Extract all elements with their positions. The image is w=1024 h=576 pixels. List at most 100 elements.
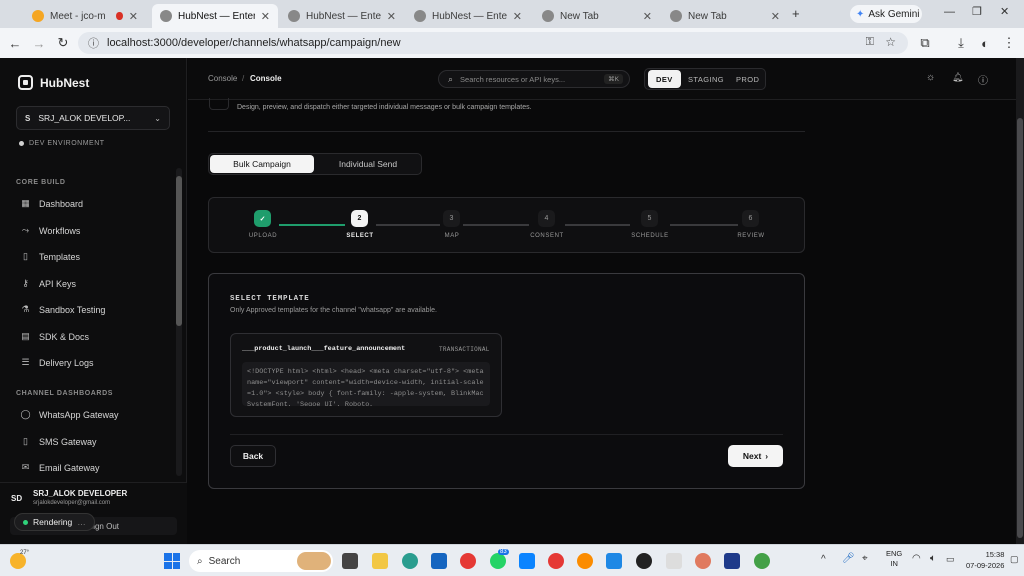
back-button[interactable]: Back — [230, 445, 276, 467]
step-schedule-number: 5 — [641, 210, 658, 227]
site-info-icon: ⓘ — [88, 38, 99, 50]
windows-start-icon[interactable] — [164, 553, 180, 569]
user-name: SRJ_ALOK DEVELOPER — [33, 489, 128, 498]
menu-dots-icon[interactable]: ⋮ — [998, 32, 1020, 54]
workflow-icon: ⤳ — [21, 225, 30, 235]
chrome-icon[interactable] — [460, 553, 476, 569]
minimize-icon[interactable]: — — [944, 6, 955, 18]
mail-icon: ✉ — [21, 462, 30, 472]
key-icon[interactable]: ⚿ — [866, 36, 874, 49]
sidebar-item-workflows[interactable]: ⤳ Workflows — [20, 225, 80, 236]
mic-icon[interactable]: 🎤︎ — [842, 553, 855, 564]
back-nav-button[interactable] — [209, 98, 229, 110]
channel-dashboards-label: CHANNEL DASHBOARDS — [16, 390, 114, 397]
back-arrow-icon[interactable]: ← — [4, 32, 26, 54]
language-indicator[interactable]: ENG IN — [886, 549, 902, 569]
bookmark-star-icon[interactable]: ☆ — [885, 35, 896, 49]
app-icon[interactable] — [724, 553, 740, 569]
store-icon[interactable] — [431, 553, 447, 569]
claude-icon[interactable] — [695, 553, 711, 569]
browser-tab[interactable]: New Tab ✕ — [662, 4, 788, 28]
browser-tab[interactable]: New Tab ✕ — [534, 4, 660, 28]
search-input[interactable]: ⌕ Search resources or API keys... ⌘K — [438, 70, 630, 88]
location-icon[interactable]: ⌖ — [862, 553, 868, 564]
close-tab-icon[interactable]: ✕ — [261, 10, 270, 23]
vscode-icon[interactable] — [519, 553, 535, 569]
wifi-icon[interactable]: ◠ — [912, 553, 921, 564]
divider — [208, 131, 805, 132]
help-icon[interactable]: ⓘ — [978, 72, 988, 87]
divider — [230, 434, 783, 435]
task-view-icon[interactable] — [342, 553, 358, 569]
sidebar-item-dashboard[interactable]: ▦ Dashboard — [20, 198, 83, 209]
clock[interactable]: 15:38 07-09-2026 — [966, 549, 1004, 571]
notification-badge: 83 — [498, 549, 509, 555]
notification-icon[interactable]: ▢ — [1010, 554, 1019, 565]
reload-icon[interactable]: ↻ — [52, 32, 74, 54]
new-tab-icon[interactable]: + — [792, 6, 800, 21]
chevron-right-icon: › — [765, 451, 769, 461]
close-tab-icon[interactable]: ✕ — [129, 10, 138, 23]
url-field[interactable]: ⓘ localhost:3000/developer/channels/what… — [78, 32, 908, 54]
sidebar-item-email[interactable]: ✉ Email Gateway — [20, 462, 100, 473]
download-icon[interactable]: ⤓ — [950, 32, 972, 54]
forward-arrow-icon[interactable]: → — [28, 32, 50, 54]
whatsapp-icon[interactable] — [490, 553, 506, 569]
close-tab-icon[interactable]: ✕ — [513, 10, 522, 23]
select-template-heading: SELECT TEMPLATE — [230, 295, 310, 303]
step-upload-check-icon: ✓ — [254, 210, 271, 227]
battery-icon[interactable]: ▭ — [946, 554, 955, 565]
sidebar-scrollbar[interactable] — [176, 168, 182, 476]
sidebar: HubNest S SRJ_ALOK DEVELOP... ⌄ DEV ENVI… — [0, 58, 187, 544]
taskbar-search[interactable]: ⌕ Search — [189, 550, 333, 572]
avatar: SD — [11, 494, 23, 503]
breadcrumb-root[interactable]: Console — [208, 74, 237, 83]
env-tab-dev[interactable]: DEV — [648, 70, 681, 88]
edge-icon[interactable] — [402, 553, 418, 569]
sidebar-item-sandbox[interactable]: ⚗ Sandbox Testing — [20, 304, 105, 315]
browser-tab-active[interactable]: HubNest — Enterprise ✕ — [152, 4, 278, 28]
restore-icon[interactable]: ❐ — [972, 5, 982, 18]
step-label: UPLOAD — [248, 233, 278, 239]
profile-icon[interactable]: ◐ — [974, 32, 996, 54]
tab-individual-send[interactable]: Individual Send — [316, 155, 420, 173]
page-subtitle: Design, preview, and dispatch either tar… — [237, 104, 532, 111]
browser-tab[interactable]: HubNest — Enterprise ✕ — [280, 4, 404, 28]
page-scrollbar[interactable] — [1016, 58, 1024, 544]
chevron-up-icon[interactable]: ^ — [821, 554, 826, 565]
ask-gemini-button[interactable]: ✦ Ask Gemini — [850, 5, 922, 23]
bell-icon[interactable]: 🔔︎ — [952, 72, 963, 83]
step-connector — [376, 224, 440, 226]
workspace-name: SRJ_ALOK DEVELOP... — [38, 113, 131, 123]
sidebar-item-delivery-logs[interactable]: ☰ Delivery Logs — [20, 357, 93, 368]
close-tab-icon[interactable]: ✕ — [387, 10, 396, 23]
extensions-icon[interactable]: ⧉ — [914, 32, 936, 54]
sidebar-item-sms[interactable]: ▯ SMS Gateway — [20, 436, 97, 447]
workspace-selector[interactable]: S SRJ_ALOK DEVELOP... ⌄ — [16, 106, 170, 130]
speaker-icon[interactable]: 🔈︎ — [930, 553, 936, 564]
close-tab-icon[interactable]: ✕ — [643, 10, 652, 23]
sidebar-item-api-keys[interactable]: ⚷ API Keys — [20, 278, 76, 289]
theme-toggle-icon[interactable]: ☼ — [926, 72, 935, 83]
core-build-label: CORE BUILD — [16, 179, 66, 186]
app-icon[interactable] — [606, 553, 622, 569]
app-root: HubNest S SRJ_ALOK DEVELOP... ⌄ DEV ENVI… — [0, 58, 1024, 544]
sidebar-item-sdk-docs[interactable]: ▤ SDK & Docs — [20, 331, 89, 342]
sidebar-item-templates[interactable]: ▯ Templates — [20, 251, 80, 262]
browser-tab[interactable]: HubNest — Enterprise ✕ — [406, 4, 530, 28]
env-tab-prod[interactable]: PROD — [728, 70, 767, 88]
file-explorer-icon[interactable] — [372, 553, 388, 569]
app-icon[interactable] — [666, 553, 682, 569]
sidebar-item-whatsapp[interactable]: ◯ WhatsApp Gateway — [20, 409, 118, 420]
window-close-icon[interactable]: ✕ — [1000, 5, 1009, 18]
chrome-icon[interactable] — [548, 553, 564, 569]
chatgpt-icon[interactable] — [636, 553, 652, 569]
env-tab-staging[interactable]: STAGING — [680, 70, 732, 88]
chrome-icon[interactable] — [577, 553, 593, 569]
next-button[interactable]: Next › — [728, 445, 783, 467]
tab-bulk-campaign[interactable]: Bulk Campaign — [210, 155, 314, 173]
browser-tab[interactable]: Meet - jco-mnce ✕ — [24, 4, 146, 28]
book-icon: ▤ — [21, 331, 30, 341]
close-tab-icon[interactable]: ✕ — [771, 10, 780, 23]
chrome-icon[interactable] — [754, 553, 770, 569]
